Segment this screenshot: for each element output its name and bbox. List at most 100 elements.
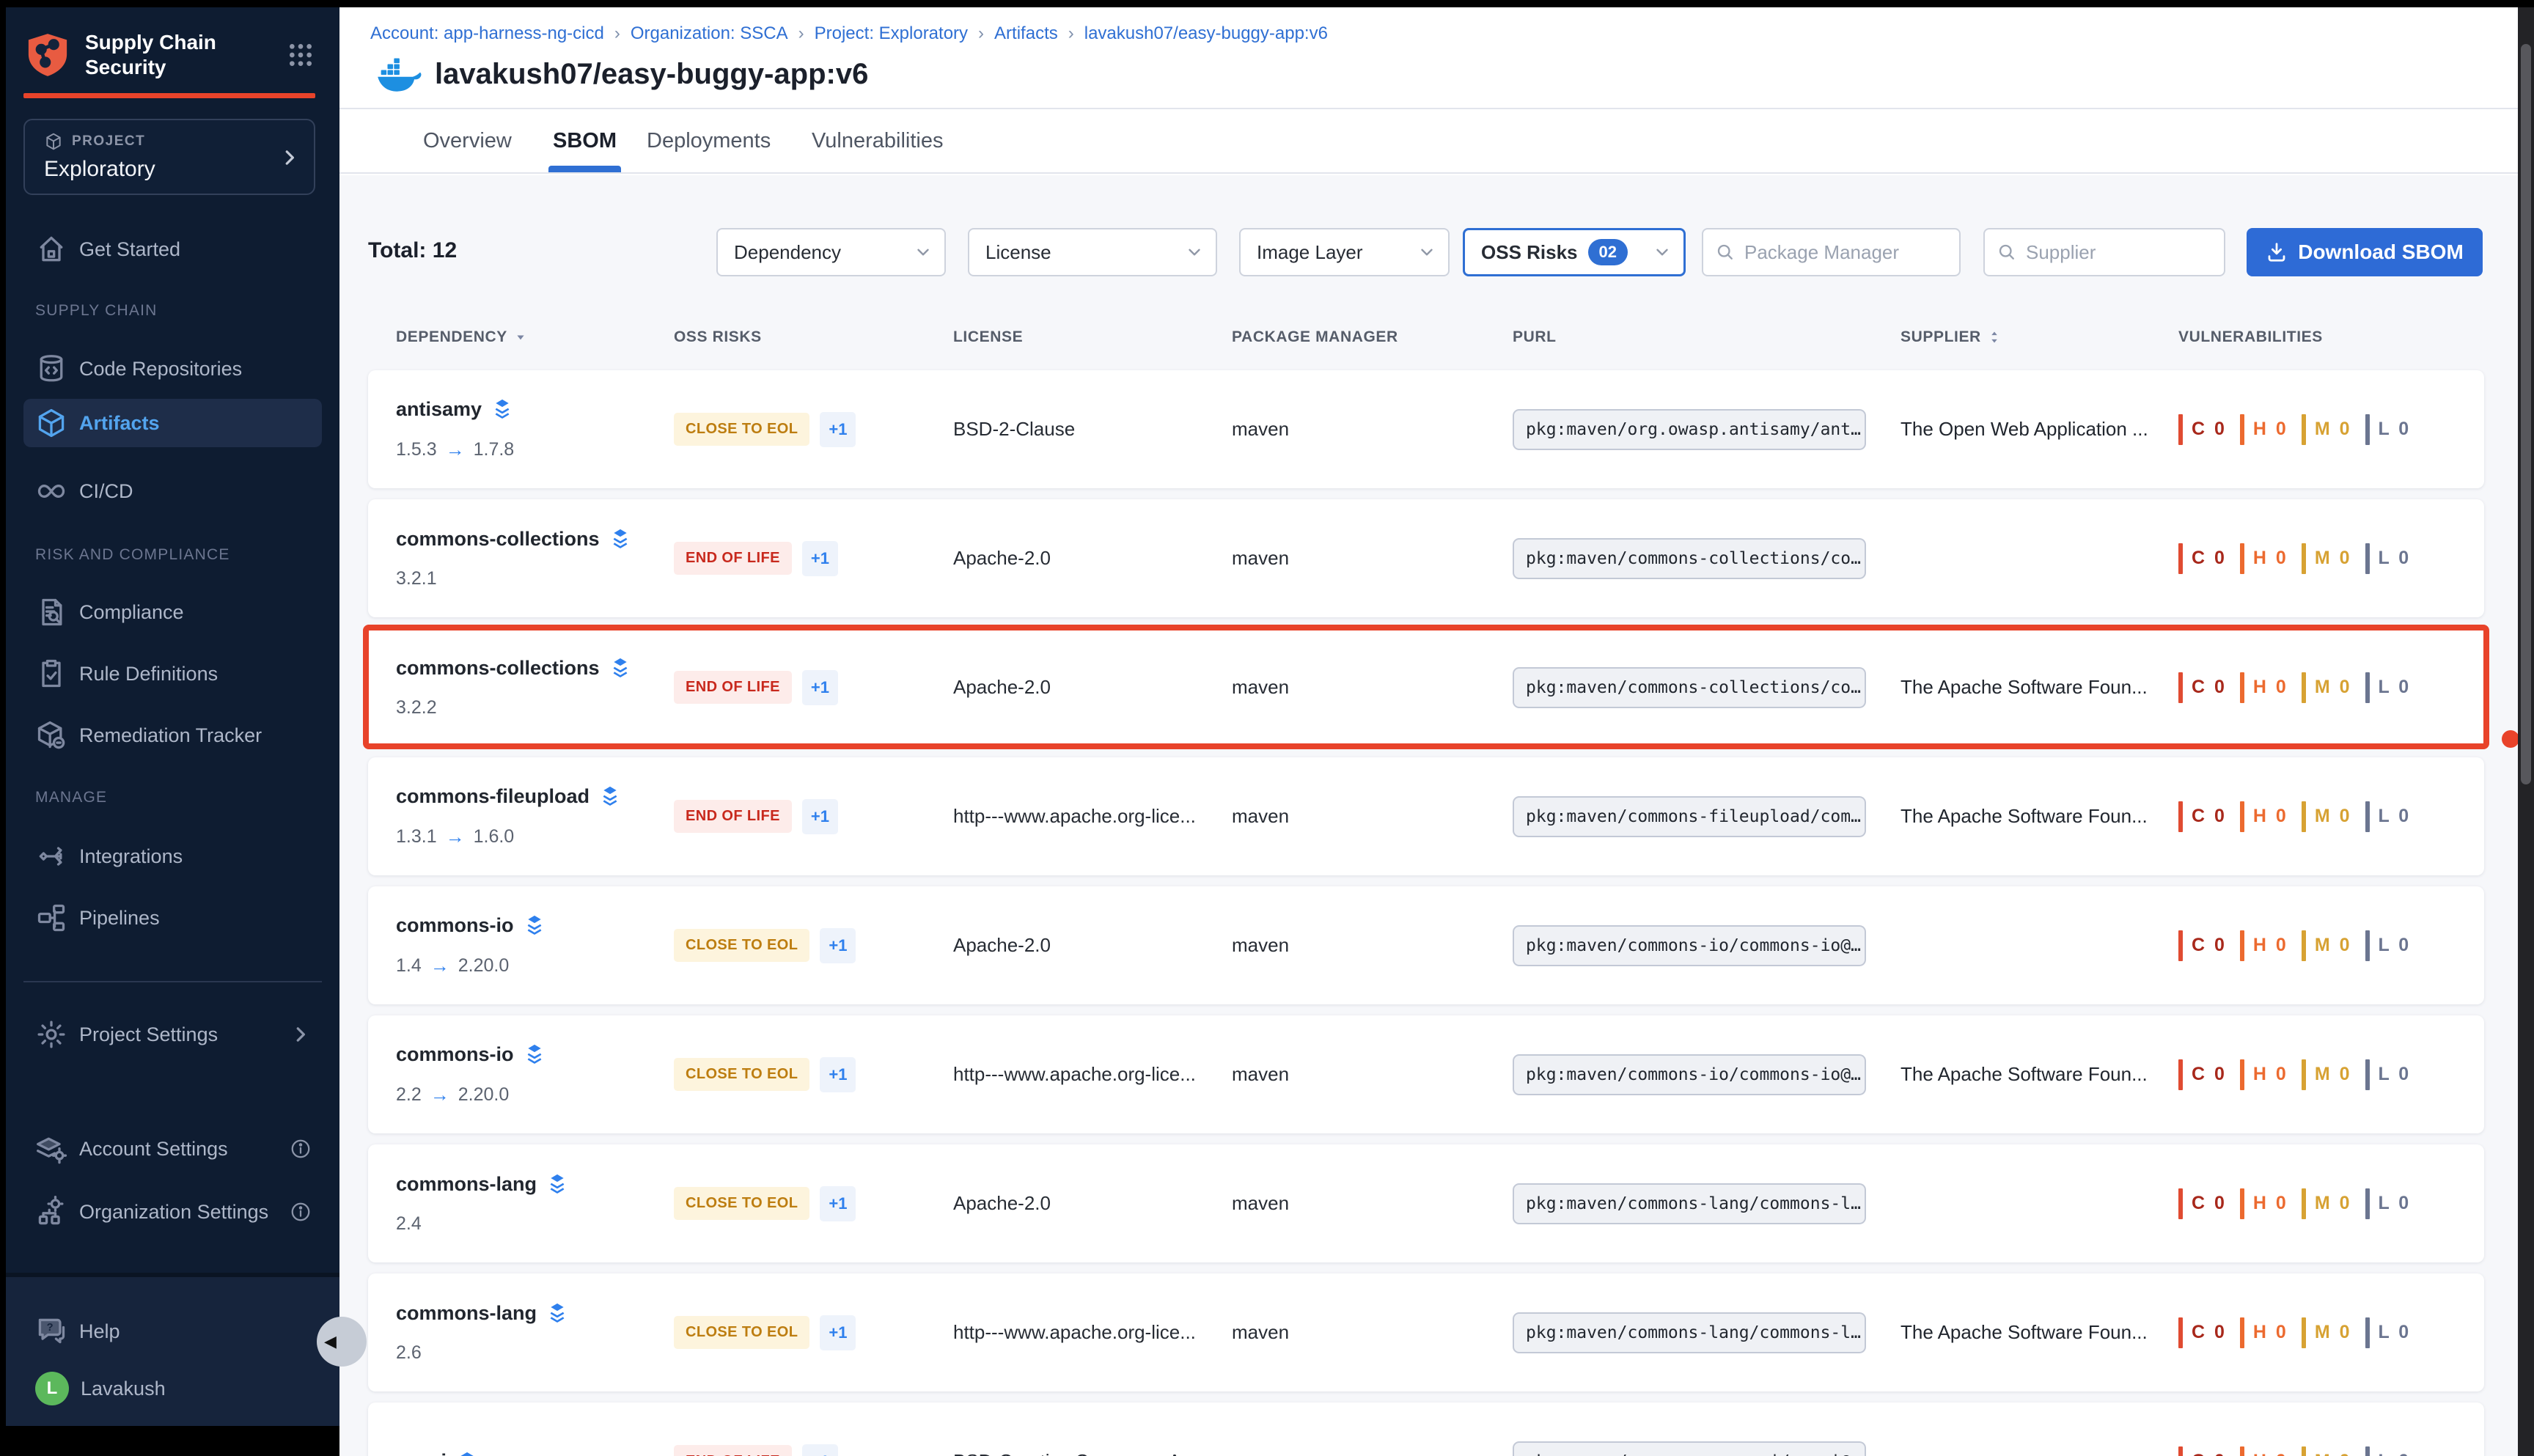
table-row[interactable]: antisamy1.5.3→1.7.8CLOSE TO EOL+1BSD-2-C… xyxy=(368,370,2484,488)
purl-chip[interactable]: pkg:maven/commons-collections/co… xyxy=(1513,538,1866,579)
package-manager-search-input[interactable] xyxy=(1744,241,1959,264)
severity-bar xyxy=(2240,930,2244,961)
sidebar-item-label: CI/CD xyxy=(79,480,133,503)
module-grid-icon[interactable] xyxy=(286,40,315,70)
purl-chip[interactable]: pkg:maven/commons-collections/co… xyxy=(1513,667,1866,708)
vulnerabilities-cell: C 0H 0M 0L 0 xyxy=(2178,1015,2484,1133)
extra-risk-badge[interactable]: +1 xyxy=(802,799,838,834)
sidebar-item-integrations[interactable]: Integrations xyxy=(23,832,322,880)
filter-oss-risks-dropdown[interactable]: OSS Risks 02 xyxy=(1463,228,1686,276)
table-row[interactable]: commons-collections3.2.1END OF LIFE+1Apa… xyxy=(368,499,2484,617)
layers-icon xyxy=(546,1172,569,1196)
supplier-search[interactable] xyxy=(1983,228,2225,276)
tab-vulnerabilities[interactable]: Vulnerabilities xyxy=(812,109,943,172)
help-label: Help xyxy=(79,1320,120,1343)
sidebar-item-help[interactable]: ? Help xyxy=(23,1307,322,1356)
sidebar-item-organization-settings[interactable]: Organization Settings xyxy=(23,1188,322,1236)
package-manager-search[interactable] xyxy=(1702,228,1961,276)
breadcrumb-link[interactable]: Project: Exploratory xyxy=(815,23,968,44)
layers-icon xyxy=(609,527,632,551)
filter-image-layer-dropdown[interactable]: Image Layer xyxy=(1239,228,1450,276)
table-row[interactable]: commons-io2.2→2.20.0CLOSE TO EOL+1http--… xyxy=(368,1015,2484,1133)
dependency-versions: 2.4 xyxy=(396,1213,422,1235)
table-row[interactable]: commons-lang2.4CLOSE TO EOL+1Apache-2.0m… xyxy=(368,1144,2484,1262)
tab-sbom[interactable]: SBOM xyxy=(553,109,617,172)
dependency-name: commons-io xyxy=(396,914,514,937)
version-upgrade: 1.7.8 xyxy=(474,439,515,460)
sidebar-item-ci-cd[interactable]: CI/CD xyxy=(23,467,322,515)
vuln-high-count: H 0 xyxy=(2240,930,2302,961)
purl-chip[interactable]: pkg:maven/commons-lang/commons-l… xyxy=(1513,1312,1866,1353)
severity-count-label: M 0 xyxy=(2315,1322,2352,1343)
sidebar-item-label: Get Started xyxy=(79,238,180,261)
version-upgrade: 2.20.0 xyxy=(458,1084,510,1106)
severity-bar xyxy=(2240,1059,2244,1090)
sidebar-item-rule-definitions[interactable]: Rule Definitions xyxy=(23,650,322,698)
chevron-down-icon xyxy=(1653,243,1672,262)
severity-bar xyxy=(2302,1446,2306,1456)
purl-chip[interactable]: pkg:maven/commons-io/commons-io@… xyxy=(1513,925,1866,966)
table-row[interactable]: commons-lang2.6CLOSE TO EOL+1http---www.… xyxy=(368,1273,2484,1391)
vuln-low-count: L 0 xyxy=(2365,1059,2425,1090)
vuln-medium-count: M 0 xyxy=(2302,543,2365,574)
sidebar-collapse-handle[interactable]: ◀ xyxy=(317,1317,367,1367)
extra-risk-badge[interactable]: +1 xyxy=(802,1444,838,1456)
table-row[interactable]: esapiEND OF LIFE+1BSD-Creative Commons-A… xyxy=(368,1402,2484,1456)
extra-risk-badge[interactable]: +1 xyxy=(820,1186,856,1221)
purl-chip[interactable]: pkg:maven/commons-fileupload/com… xyxy=(1513,796,1866,837)
sidebar-item-artifacts[interactable]: Artifacts xyxy=(23,399,322,447)
supplier-cell xyxy=(1900,1402,2178,1456)
tab-overview[interactable]: Overview xyxy=(423,109,512,172)
breadcrumb-link[interactable]: Artifacts xyxy=(994,23,1058,44)
purl-chip[interactable]: pkg:maven/commons-lang/commons-l… xyxy=(1513,1183,1866,1224)
severity-bar xyxy=(2365,672,2370,703)
severity-bar xyxy=(2240,1188,2244,1219)
license-cell: http---www.apache.org-lice... xyxy=(953,1015,1232,1133)
package-manager-cell: maven xyxy=(1232,370,1513,488)
sidebar-item-get-started[interactable]: Get Started xyxy=(23,225,322,273)
package-manager-cell: maven xyxy=(1232,1015,1513,1133)
extra-risk-badge[interactable]: +1 xyxy=(820,1315,856,1350)
table-row[interactable]: commons-fileupload1.3.1→1.6.0END OF LIFE… xyxy=(368,757,2484,875)
extra-risk-badge[interactable]: +1 xyxy=(802,541,838,576)
breadcrumb-link[interactable]: Account: app-harness-ng-cicd xyxy=(370,23,604,44)
project-selector[interactable]: PROJECT Exploratory xyxy=(23,119,315,195)
vuln-medium-count: M 0 xyxy=(2302,672,2365,703)
extra-risk-badge[interactable]: +1 xyxy=(820,412,856,447)
column-header-supplier[interactable]: SUPPLIER xyxy=(1900,319,2002,356)
purl-chip[interactable]: pkg:maven/org.owasp.esapi/esapi@… xyxy=(1513,1441,1866,1456)
filter-dependency-dropdown[interactable]: Dependency xyxy=(716,228,946,276)
scrollbar-thumb[interactable] xyxy=(2521,44,2531,784)
breadcrumb-link[interactable]: lavakush07/easy-buggy-app:v6 xyxy=(1084,23,1328,44)
severity-bar xyxy=(2365,1317,2370,1348)
breadcrumb-link[interactable]: Organization: SSCA xyxy=(631,23,788,44)
sidebar-item-pipelines[interactable]: Pipelines xyxy=(23,894,322,942)
dependency-name: commons-collections xyxy=(396,528,600,551)
sidebar-item-code-repositories[interactable]: Code Repositories xyxy=(23,345,322,393)
column-header-dependency[interactable]: DEPENDENCY xyxy=(396,319,528,356)
supplier-search-input[interactable] xyxy=(2026,241,2224,264)
package-manager-cell: maven xyxy=(1232,1402,1513,1456)
table-row[interactable]: commons-collections3.2.2END OF LIFE+1Apa… xyxy=(368,628,2484,746)
dependency-name: esapi xyxy=(396,1450,447,1456)
extra-risk-badge[interactable]: +1 xyxy=(820,1057,856,1092)
sidebar-item-account-settings[interactable]: Account Settings xyxy=(23,1125,322,1173)
tab-deployments[interactable]: Deployments xyxy=(647,109,771,172)
sidebar-item-remediation-tracker[interactable]: Remediation Tracker xyxy=(23,711,322,760)
package-manager-cell: maven xyxy=(1232,499,1513,617)
vuln-high-count: H 0 xyxy=(2240,672,2302,703)
sidebar-item-user[interactable]: L Lavakush xyxy=(23,1364,322,1413)
risk-badge: CLOSE TO EOL xyxy=(674,1316,809,1349)
purl-chip[interactable]: pkg:maven/commons-io/commons-io@… xyxy=(1513,1054,1866,1095)
download-sbom-button[interactable]: Download SBOM xyxy=(2247,228,2483,276)
table-row[interactable]: commons-io1.4→2.20.0CLOSE TO EOL+1Apache… xyxy=(368,886,2484,1004)
license-cell: http---www.apache.org-lice... xyxy=(953,1273,1232,1391)
purl-chip[interactable]: pkg:maven/org.owasp.antisamy/ant… xyxy=(1513,409,1866,450)
table-header: DEPENDENCY OSS RISKS LICENSE PACKAGE MAN… xyxy=(368,319,2484,356)
extra-risk-badge[interactable]: +1 xyxy=(820,928,856,963)
dependency-cell: commons-lang2.4 xyxy=(396,1144,674,1262)
sidebar-item-compliance[interactable]: Compliance xyxy=(23,588,322,636)
sidebar-item-project-settings[interactable]: Project Settings xyxy=(23,1010,322,1059)
extra-risk-badge[interactable]: +1 xyxy=(802,670,838,705)
filter-license-dropdown[interactable]: License xyxy=(968,228,1217,276)
